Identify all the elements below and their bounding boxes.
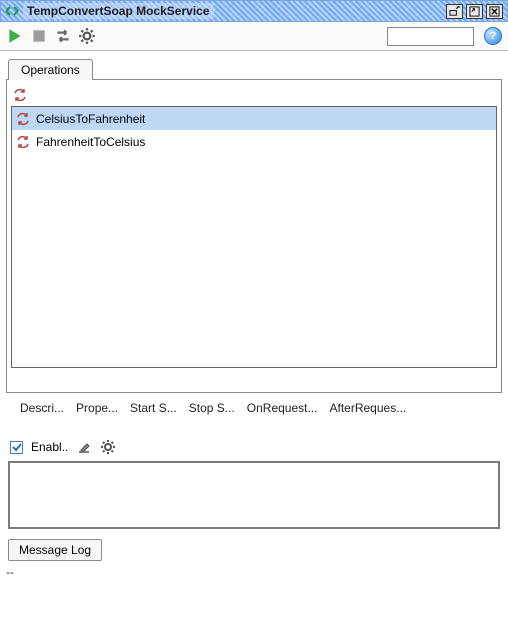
operation-item[interactable]: CelsiusToFahrenheit — [12, 107, 496, 130]
tab-body: CelsiusToFahrenheit FahrenheitToCelsius — [6, 79, 502, 393]
mockservice-icon — [5, 4, 19, 18]
maximize-button[interactable] — [466, 4, 483, 19]
minimize-button[interactable] — [446, 4, 463, 19]
message-log-label: Message Log — [19, 543, 91, 557]
refresh-icon[interactable] — [13, 88, 27, 102]
refresh-row — [11, 84, 497, 106]
operations-list[interactable]: CelsiusToFahrenheit FahrenheitToCelsius — [11, 106, 497, 368]
enable-checkbox[interactable] — [10, 441, 23, 454]
title-bar: TempConvertSoap MockService — [0, 0, 508, 22]
operation-icon — [16, 135, 30, 149]
operation-label: CelsiusToFahrenheit — [36, 112, 145, 126]
operation-label: FahrenheitToCelsius — [36, 135, 145, 149]
status-text: -- — [6, 565, 14, 579]
search-input[interactable] — [387, 27, 474, 46]
options-row: Enabl.. — [0, 431, 508, 459]
operation-icon — [16, 112, 30, 126]
operation-item[interactable]: FahrenheitToCelsius — [12, 130, 496, 153]
tab-operations-label: Operations — [21, 63, 80, 77]
enable-label: Enabl.. — [31, 440, 68, 454]
tab-on-request[interactable]: OnRequest... — [247, 401, 318, 415]
window-title: TempConvertSoap MockService — [23, 3, 214, 19]
bottom-tabs: Descri... Prope... Start S... Stop S... … — [6, 393, 502, 419]
status-bar: -- — [0, 563, 508, 581]
tab-message-log[interactable]: Message Log — [8, 539, 102, 561]
tab-description[interactable]: Descri... — [20, 401, 64, 415]
tab-after-request[interactable]: AfterReques... — [329, 401, 406, 415]
window-controls — [446, 4, 503, 19]
erase-icon[interactable] — [76, 439, 92, 455]
settings-icon[interactable] — [100, 439, 116, 455]
toolbar: ? — [0, 22, 508, 50]
title-left: TempConvertSoap MockService — [5, 3, 214, 19]
tab-header: Operations — [6, 55, 502, 79]
stop-button[interactable] — [30, 27, 48, 45]
tab-stop-script[interactable]: Stop S... — [189, 401, 235, 415]
log-panel[interactable] — [8, 461, 500, 529]
tab-operations[interactable]: Operations — [8, 59, 93, 80]
tab-properties[interactable]: Prope... — [76, 401, 118, 415]
main-content: Operations CelsiusToFahrenheit Fahrenhei… — [0, 51, 508, 421]
run-button[interactable] — [6, 27, 24, 45]
tab-start-script[interactable]: Start S... — [130, 401, 177, 415]
sync-icon[interactable] — [54, 27, 72, 45]
settings-button[interactable] — [78, 27, 96, 45]
close-button[interactable] — [486, 4, 503, 19]
message-log-wrap: Message Log — [0, 533, 508, 563]
help-button[interactable]: ? — [484, 27, 502, 45]
